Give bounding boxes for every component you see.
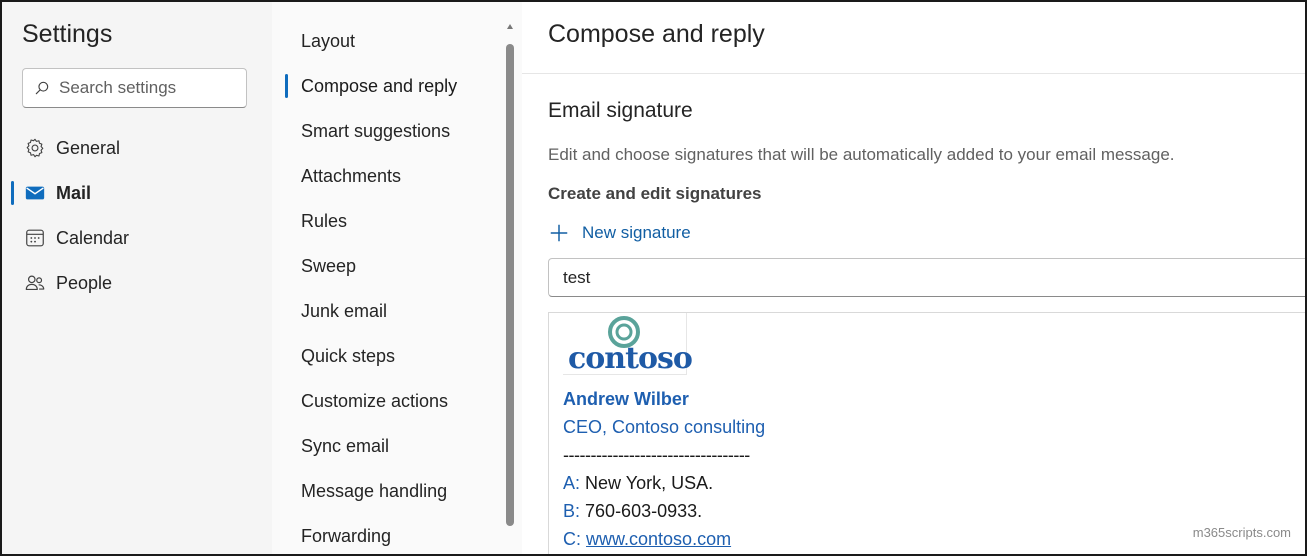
signature-role: CEO, Contoso consulting xyxy=(563,417,766,437)
mail-icon xyxy=(24,182,46,204)
subnav-customize-actions[interactable]: Customize actions xyxy=(272,384,508,418)
signature-phone-row: B: 760-603-0933. xyxy=(563,501,702,522)
nav-item-label: Mail xyxy=(56,182,92,203)
subnav-smart-suggestions[interactable]: Smart suggestions xyxy=(272,114,508,148)
signature-divider: ---------------------------------- xyxy=(563,445,750,465)
phone-value: 760-603-0933. xyxy=(585,501,703,521)
search-settings-box[interactable] xyxy=(22,68,247,108)
subnav-sync-email[interactable]: Sync email xyxy=(272,429,508,463)
create-edit-signatures-label: Create and edit signatures xyxy=(548,184,762,203)
page-title: Compose and reply xyxy=(548,20,765,48)
subnav-forwarding[interactable]: Forwarding xyxy=(272,519,508,553)
watermark: m365scripts.com xyxy=(1192,525,1291,540)
mail-settings-nav: Layout Compose and reply Smart suggestio… xyxy=(272,2,522,554)
signature-name-input[interactable] xyxy=(563,267,1305,288)
search-icon xyxy=(35,81,49,95)
subnav-junk-email[interactable]: Junk email xyxy=(272,294,508,328)
settings-title: Settings xyxy=(22,20,113,48)
web-key: C: xyxy=(563,529,581,549)
subnav-scrollbar-thumb[interactable] xyxy=(506,44,514,526)
email-signature-description: Edit and choose signatures that will be … xyxy=(548,145,1175,164)
nav-item-label: Calendar xyxy=(56,227,130,248)
nav-item-label: General xyxy=(56,137,121,158)
email-signature-heading: Email signature xyxy=(548,99,693,122)
signature-address-row: A: New York, USA. xyxy=(563,473,713,494)
subnav-layout[interactable]: Layout xyxy=(272,24,508,58)
subnav-rules[interactable]: Rules xyxy=(272,204,508,238)
signature-web-row: C: www.contoso.com xyxy=(563,529,731,550)
subnav-message-handling[interactable]: Message handling xyxy=(272,474,508,508)
signature-editor[interactable]: contoso Andrew Wilber CEO, Contoso consu… xyxy=(548,312,1305,554)
subnav-sweep[interactable]: Sweep xyxy=(272,249,508,283)
logo-wordmark: contoso xyxy=(568,341,693,376)
app-window: Settings General xyxy=(0,0,1307,556)
nav-item-general[interactable]: General xyxy=(2,131,272,165)
nav-item-label: People xyxy=(56,272,113,293)
website-link[interactable]: www.contoso.com xyxy=(586,529,731,549)
compose-and-reply-pane: Compose and reply Email signature Edit a… xyxy=(522,2,1305,554)
new-signature-button[interactable]: New signature xyxy=(548,220,691,246)
gear-icon xyxy=(24,137,46,159)
calendar-icon xyxy=(24,227,46,249)
nav-item-mail[interactable]: Mail xyxy=(2,176,272,210)
plus-icon xyxy=(550,224,568,242)
settings-nav: Settings General xyxy=(2,2,272,554)
subnav-quick-steps[interactable]: Quick steps xyxy=(272,339,508,373)
address-key: A: xyxy=(563,473,581,493)
subnav-attachments[interactable]: Attachments xyxy=(272,159,508,193)
pane-header: Compose and reply xyxy=(522,2,1305,74)
signature-name-box[interactable] xyxy=(548,258,1305,297)
phone-key: B: xyxy=(563,501,581,521)
people-icon xyxy=(24,272,46,294)
address-value: New York, USA. xyxy=(585,473,714,493)
nav-item-people[interactable]: People xyxy=(2,266,272,300)
scroll-up-arrow-icon[interactable] xyxy=(507,24,513,29)
search-settings-input[interactable] xyxy=(59,78,239,98)
signature-person-name: Andrew Wilber xyxy=(563,389,689,409)
contoso-logo: contoso xyxy=(563,313,693,376)
nav-item-calendar[interactable]: Calendar xyxy=(2,221,272,255)
subnav-compose-and-reply[interactable]: Compose and reply xyxy=(272,69,508,103)
new-signature-label: New signature xyxy=(582,223,691,242)
